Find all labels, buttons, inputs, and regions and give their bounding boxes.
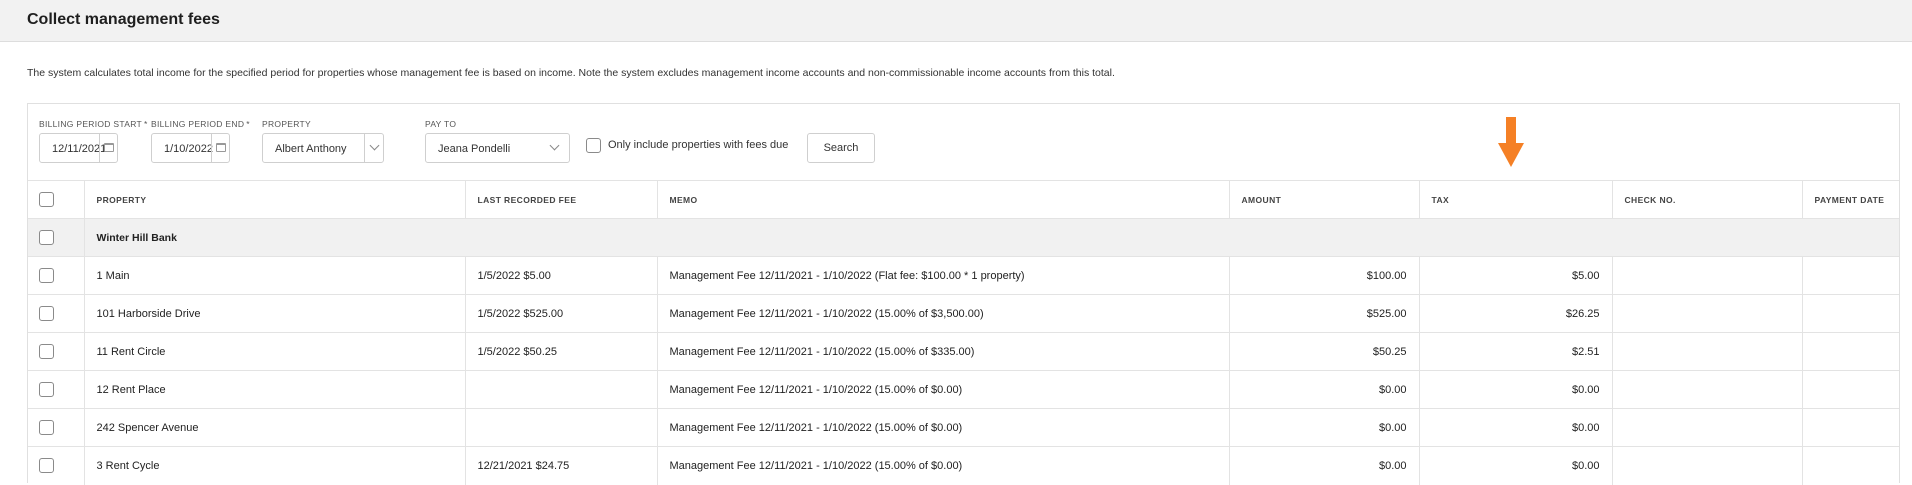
table-row: 101 Harborside Drive 1/5/2022 $525.00 Ma… <box>28 294 1899 333</box>
cell-last-fee: 1/5/2022 $5.00 <box>465 256 658 295</box>
group-checkbox[interactable] <box>39 230 54 245</box>
cell-check-no <box>1612 408 1803 447</box>
property-select[interactable]: Albert Anthony <box>262 133 384 163</box>
cell-amount: $0.00 <box>1229 408 1420 447</box>
column-header-last-fee[interactable]: Last recorded fee <box>465 180 658 219</box>
cell-last-fee: 12/21/2021 $24.75 <box>465 446 658 485</box>
billing-end-value: 1/10/2022 <box>164 143 213 155</box>
cell-tax: $0.00 <box>1419 408 1613 447</box>
search-button[interactable]: Search <box>807 133 875 163</box>
cell-memo: Management Fee 12/11/2021 - 1/10/2022 (1… <box>657 370 1230 409</box>
billing-start-label: Billing period start * <box>39 119 148 129</box>
cell-memo: Management Fee 12/11/2021 - 1/10/2022 (1… <box>657 294 1230 333</box>
row-checkbox[interactable] <box>39 268 54 283</box>
cell-memo: Management Fee 12/11/2021 - 1/10/2022 (1… <box>657 332 1230 371</box>
property-filter-label: Property <box>262 119 312 129</box>
cell-payment-date <box>1802 332 1899 371</box>
cell-last-fee: 1/5/2022 $525.00 <box>465 294 658 333</box>
column-header-amount[interactable]: Amount <box>1229 180 1420 219</box>
column-header-tax[interactable]: Tax <box>1419 180 1613 219</box>
group-name: Winter Hill Bank <box>84 218 1899 257</box>
cell-property: 12 Rent Place <box>84 370 466 409</box>
calendar-icon[interactable] <box>104 143 114 152</box>
fees-table: Property Last recorded fee Memo Amount T… <box>28 180 1899 485</box>
cell-memo: Management Fee 12/11/2021 - 1/10/2022 (1… <box>657 446 1230 485</box>
row-checkbox[interactable] <box>39 306 54 321</box>
chevron-down-icon <box>369 140 380 151</box>
billing-end-label: Billing period end * <box>151 119 250 129</box>
cell-amount: $0.00 <box>1229 446 1420 485</box>
only-fees-due-label[interactable]: Only include properties with fees due <box>608 139 788 151</box>
page-title: Collect management fees <box>27 11 220 28</box>
column-header-property[interactable]: Property <box>84 180 466 219</box>
cell-tax: $2.51 <box>1419 332 1613 371</box>
column-header-check-no[interactable]: Check No. <box>1612 180 1803 219</box>
cell-property: 11 Rent Circle <box>84 332 466 371</box>
cell-tax: $5.00 <box>1419 256 1613 295</box>
cell-memo: Management Fee 12/11/2021 - 1/10/2022 (F… <box>657 256 1230 295</box>
select-all-checkbox[interactable] <box>39 192 54 207</box>
column-header-memo[interactable]: Memo <box>657 180 1230 219</box>
cell-property: 3 Rent Cycle <box>84 446 466 485</box>
row-checkbox[interactable] <box>39 344 54 359</box>
table-row: 1 Main 1/5/2022 $5.00 Management Fee 12/… <box>28 256 1899 295</box>
table-row: 12 Rent Place Management Fee 12/11/2021 … <box>28 370 1899 409</box>
billing-end-input[interactable]: 1/10/2022 <box>151 133 230 163</box>
page-header: Collect management fees <box>0 0 1912 42</box>
fees-card: Billing period start * 12/11/2021 Billing… <box>27 103 1900 485</box>
cell-property: 101 Harborside Drive <box>84 294 466 333</box>
row-checkbox[interactable] <box>39 458 54 473</box>
property-select-value: Albert Anthony <box>275 143 347 155</box>
cell-amount: $0.00 <box>1229 370 1420 409</box>
cell-payment-date <box>1802 408 1899 447</box>
cell-tax: $0.00 <box>1419 446 1613 485</box>
cell-last-fee <box>465 408 658 447</box>
cell-tax: $26.25 <box>1419 294 1613 333</box>
table-header-row: Property Last recorded fee Memo Amount T… <box>28 180 1899 219</box>
cell-payment-date <box>1802 446 1899 485</box>
arrow-down-icon <box>1498 117 1524 167</box>
pay-to-label: Pay to <box>425 119 457 129</box>
cell-tax: $0.00 <box>1419 370 1613 409</box>
table-row: 11 Rent Circle 1/5/2022 $50.25 Managemen… <box>28 332 1899 371</box>
cell-payment-date <box>1802 256 1899 295</box>
cell-property: 1 Main <box>84 256 466 295</box>
page-description: The system calculates total income for t… <box>27 67 1115 79</box>
cell-check-no <box>1612 332 1803 371</box>
cell-check-no <box>1612 256 1803 295</box>
billing-start-input[interactable]: 12/11/2021 <box>39 133 118 163</box>
cell-property: 242 Spencer Avenue <box>84 408 466 447</box>
pay-to-select-value: Jeana Pondelli <box>438 143 511 155</box>
cell-amount: $525.00 <box>1229 294 1420 333</box>
group-row: Winter Hill Bank <box>28 218 1899 257</box>
calendar-icon[interactable] <box>216 143 226 152</box>
column-header-payment-date[interactable]: Payment date <box>1802 180 1899 219</box>
cell-memo: Management Fee 12/11/2021 - 1/10/2022 (1… <box>657 408 1230 447</box>
table-row: 242 Spencer Avenue Management Fee 12/11/… <box>28 408 1899 447</box>
cell-last-fee: 1/5/2022 $50.25 <box>465 332 658 371</box>
chevron-down-icon <box>549 140 560 151</box>
cell-last-fee <box>465 370 658 409</box>
cell-check-no <box>1612 294 1803 333</box>
table-row: 3 Rent Cycle 12/21/2021 $24.75 Managemen… <box>28 446 1899 485</box>
cell-amount: $50.25 <box>1229 332 1420 371</box>
pay-to-select[interactable]: Jeana Pondelli <box>425 133 570 163</box>
cell-payment-date <box>1802 294 1899 333</box>
only-fees-due-checkbox[interactable] <box>586 138 601 153</box>
cell-check-no <box>1612 446 1803 485</box>
row-checkbox[interactable] <box>39 382 54 397</box>
row-checkbox[interactable] <box>39 420 54 435</box>
cell-amount: $100.00 <box>1229 256 1420 295</box>
filter-bar: Billing period start * 12/11/2021 Billing… <box>28 104 1899 180</box>
cell-check-no <box>1612 370 1803 409</box>
cell-payment-date <box>1802 370 1899 409</box>
